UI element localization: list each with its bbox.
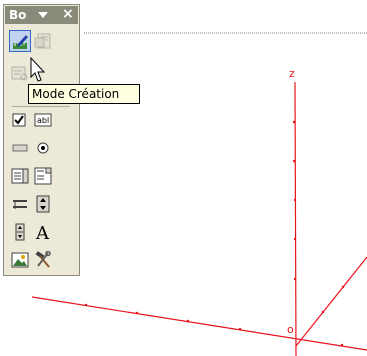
z-axis-label: z	[289, 67, 295, 80]
more-controls-button[interactable]	[32, 249, 54, 271]
axis-ticks	[84, 120, 345, 347]
y-axis-line	[295, 256, 367, 347]
mouse-cursor-icon	[30, 57, 46, 82]
command-button-button[interactable]	[9, 137, 31, 159]
svg-text:A: A	[35, 223, 50, 241]
origin-label: o	[287, 323, 294, 336]
checkbox-icon	[12, 113, 26, 127]
check-box-button[interactable]	[9, 109, 31, 131]
properties-icon	[34, 33, 51, 49]
close-button[interactable]: ×	[62, 6, 74, 22]
control-toolbox: Bo × abl A	[3, 4, 80, 276]
combo-box-button[interactable]	[32, 165, 54, 187]
tooltip: Mode Création	[28, 84, 140, 104]
label-button[interactable]: A	[32, 221, 54, 243]
view-code-button[interactable]	[9, 62, 31, 84]
command-button-icon	[12, 144, 28, 152]
scroll-bar-icon	[15, 223, 25, 241]
x-axis-line	[31, 296, 367, 351]
option-button-icon	[37, 142, 49, 154]
toolbox-title: Bo	[9, 8, 27, 22]
svg-text:abl: abl	[37, 116, 49, 125]
image-button[interactable]	[9, 249, 31, 271]
toggle-button-icon	[13, 200, 27, 209]
list-box-button[interactable]	[9, 165, 31, 187]
spin-button-button[interactable]	[32, 193, 54, 215]
design-ruler-pencil-icon	[13, 34, 29, 49]
properties-button[interactable]	[32, 30, 54, 52]
tooltip-text: Mode Création	[32, 87, 120, 101]
toolbox-titlebar[interactable]: Bo ×	[5, 6, 78, 24]
image-icon	[11, 252, 29, 268]
combo-box-icon	[34, 167, 52, 185]
toggle-button-button[interactable]	[9, 193, 31, 215]
toolbox-separator	[12, 106, 70, 107]
design-mode-button[interactable]	[9, 30, 31, 52]
spin-button-icon	[36, 195, 50, 213]
label-a-icon: A	[35, 223, 50, 241]
view-code-icon	[11, 66, 28, 81]
z-axis-line	[294, 81, 297, 356]
option-button-button[interactable]	[32, 137, 54, 159]
hammer-wrench-icon	[35, 251, 51, 268]
textbox-icon: abl	[34, 113, 52, 127]
text-box-button[interactable]: abl	[32, 109, 54, 131]
list-box-icon	[11, 168, 29, 184]
scroll-bar-button[interactable]	[9, 221, 31, 243]
chevron-down-icon[interactable]	[38, 12, 48, 18]
